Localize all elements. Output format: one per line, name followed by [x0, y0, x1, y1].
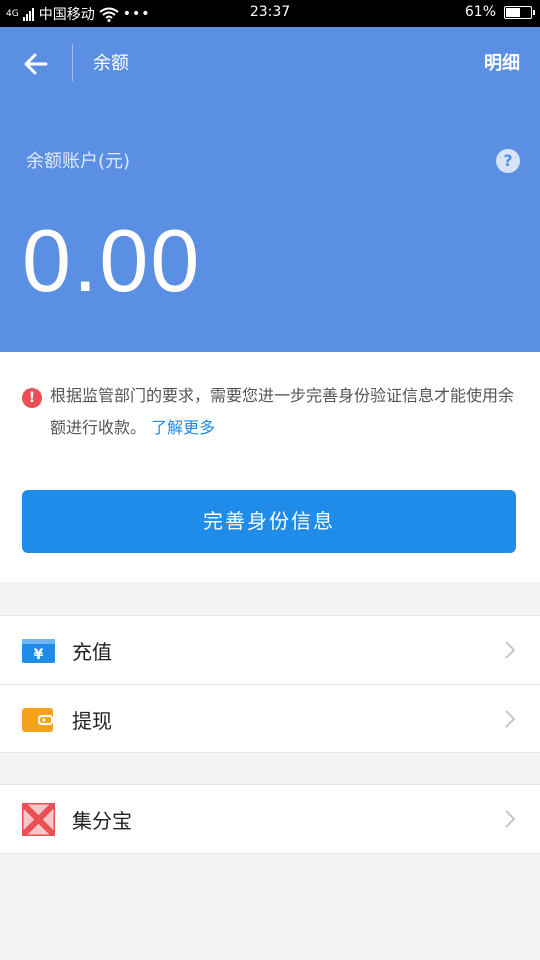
- warning-icon: !: [22, 388, 42, 408]
- menu-item-jifenbao[interactable]: 集分宝: [0, 785, 540, 853]
- menu-group-points: 集分宝: [0, 784, 540, 854]
- back-button[interactable]: [18, 45, 58, 81]
- recharge-yuan-icon: ¥: [22, 639, 55, 663]
- menu-item-withdraw[interactable]: 提现: [0, 684, 540, 752]
- balance-header: 余额 明细 余额账户(元) ? 0.00: [0, 27, 540, 352]
- complete-identity-button[interactable]: 完善身份信息: [22, 490, 516, 553]
- svg-text:¥: ¥: [34, 647, 44, 663]
- account-label: 余额账户(元): [26, 151, 131, 172]
- battery-icon: [504, 5, 535, 19]
- menu-group-funds: ¥ 充值 提现: [0, 615, 540, 753]
- battery-fill: [506, 7, 520, 17]
- menu-item-label: 集分宝: [72, 809, 132, 833]
- menu-item-recharge[interactable]: ¥ 充值: [0, 616, 540, 684]
- menu-item-label: 充值: [72, 640, 112, 664]
- wallet-icon: [22, 708, 53, 732]
- notice-section: ! 根据监管部门的要求，需要您进一步完善身份验证信息才能使用余额进行收款。 了解…: [0, 352, 540, 582]
- chevron-right-icon: [505, 710, 516, 728]
- menu-item-label: 提现: [72, 709, 112, 733]
- chevron-right-icon: [505, 641, 516, 659]
- page-title: 余额: [93, 53, 129, 74]
- clock: 23:37: [249, 4, 291, 20]
- header-divider: [72, 44, 73, 81]
- battery-percent: 61%: [464, 4, 496, 20]
- jifenbao-icon: [22, 803, 55, 836]
- back-arrow-icon: [24, 53, 48, 75]
- notice-message: 根据监管部门的要求，需要您进一步完善身份验证信息才能使用余额进行收款。: [50, 386, 515, 437]
- detail-link[interactable]: 明细: [484, 49, 520, 75]
- notice-text: 根据监管部门的要求，需要您进一步完善身份验证信息才能使用余额进行收款。 了解更多: [50, 380, 522, 444]
- help-icon[interactable]: ?: [496, 149, 520, 173]
- balance-amount: 0.00: [22, 211, 202, 310]
- learn-more-link[interactable]: 了解更多: [151, 418, 215, 437]
- chevron-right-icon: [505, 810, 516, 828]
- status-right: 61%: [464, 4, 535, 20]
- status-bar: 4G 中国移动 ••• 23:37 61%: [0, 0, 540, 27]
